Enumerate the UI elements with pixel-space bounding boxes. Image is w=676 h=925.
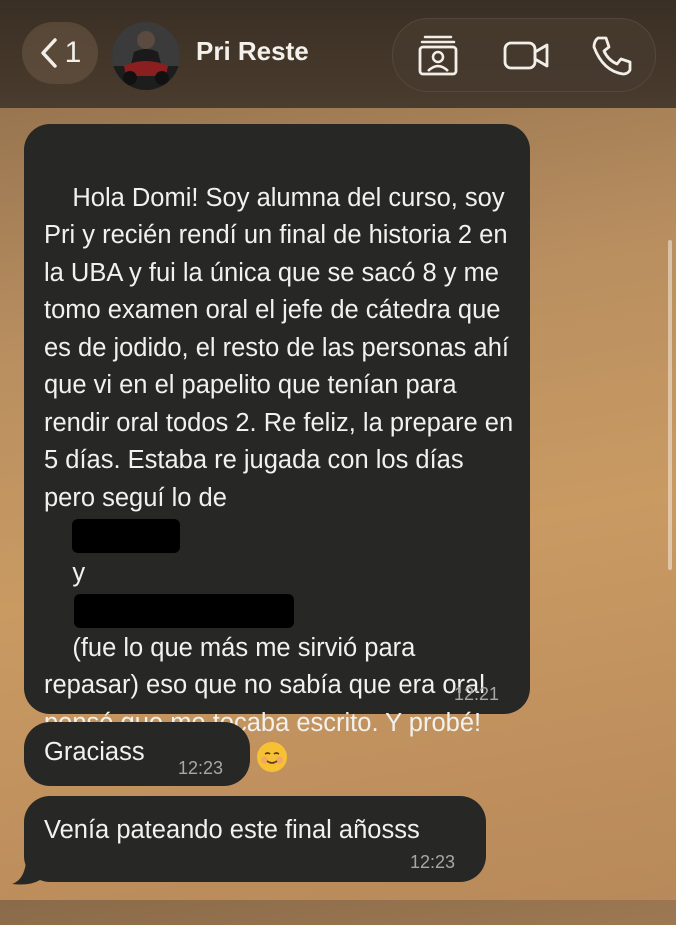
chat-header: 1 Pri Reste (0, 0, 676, 108)
video-camera-icon (503, 41, 549, 70)
bubble-tail (12, 862, 40, 885)
message-bubble[interactable]: Graciass 12:23 (24, 722, 250, 786)
back-unread-count: 1 (64, 36, 82, 69)
back-button[interactable]: 1 (22, 22, 98, 84)
message-text: Venía pateando este final añosss (44, 816, 420, 844)
message-timestamp: 12:23 (410, 852, 456, 872)
avatar[interactable] (112, 22, 180, 90)
contact-card-button[interactable] (415, 33, 461, 77)
call-actions-group (392, 18, 656, 92)
contact-name[interactable]: Pri Reste (196, 36, 309, 67)
chevron-left-icon (40, 38, 57, 68)
redacted-block (72, 519, 181, 554)
voice-call-button[interactable] (589, 33, 635, 77)
message-text: Graciass (44, 738, 145, 766)
message-timestamp: 12:23 (178, 758, 224, 778)
contact-card-icon (418, 35, 458, 76)
video-call-button[interactable] (503, 33, 549, 77)
smiling-face-emoji-icon (256, 742, 287, 772)
redacted-block (74, 594, 295, 629)
message-text: Hola Domi! Soy alumna del curso, soy Pri… (44, 183, 521, 512)
scrollbar[interactable] (668, 240, 672, 570)
message-bubble[interactable]: Venía pateando este final añosss 12:23 (24, 796, 486, 882)
message-timestamp: 12:21 (454, 684, 500, 704)
message-text-connector: y (72, 558, 86, 587)
message-bubble[interactable]: Hola Domi! Soy alumna del curso, soy Pri… (24, 124, 530, 882)
phone-icon (592, 36, 632, 76)
